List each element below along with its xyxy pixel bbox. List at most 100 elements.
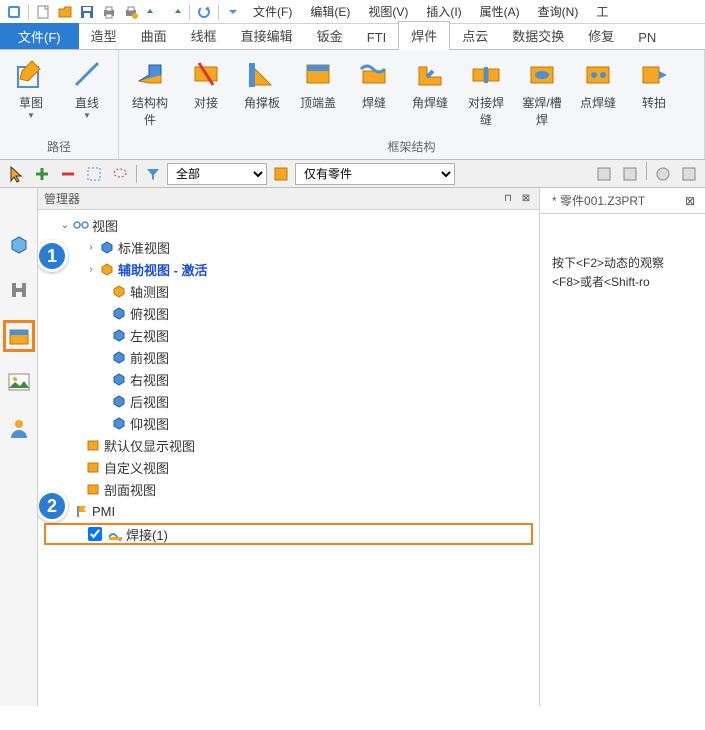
weld-bead-button[interactable]: 焊缝 (349, 54, 399, 136)
fillet-weld-button[interactable]: 角焊缝 (405, 54, 455, 136)
vbar-user-icon[interactable] (3, 412, 35, 444)
ribbon-content: 草图 ▼ 直线 ▼ 路径 结构构件 对接 角撑板 顶端盖 焊缝 角焊缝 对接焊缝… (0, 50, 705, 160)
doc-tab[interactable]: * 零件001.Z3PRT (550, 190, 647, 211)
tab-close-icon[interactable]: ⊠ (685, 194, 695, 208)
tree-row-left[interactable]: 左视图 (40, 324, 537, 346)
sketch-label: 草图 (19, 94, 43, 111)
ribbon-tab-shape[interactable]: 造型 (79, 22, 129, 49)
tree-row-weld[interactable]: 焊接(1) (44, 523, 533, 545)
tool-d-icon[interactable] (677, 162, 701, 186)
weld-checkbox[interactable] (88, 527, 102, 541)
vbar-box-icon[interactable] (3, 320, 35, 352)
endcap-button[interactable]: 顶端盖 (293, 54, 343, 136)
endcap-icon (300, 56, 336, 92)
tree-row-front[interactable]: 前视图 (40, 346, 537, 368)
butt-button[interactable]: 对接 (181, 54, 231, 136)
manager-tree: 1 2 ⌄ 视图 › 标准视图 › 辅助视图 - 激活 轴测图 俯视 (38, 210, 539, 706)
tree-label: 仰视图 (130, 414, 169, 433)
separator (189, 4, 190, 20)
open-icon[interactable] (55, 2, 75, 22)
print-preview-icon[interactable] (121, 2, 141, 22)
tree-row-custom[interactable]: 自定义视图 (40, 456, 537, 478)
ribbon-tab-wireframe[interactable]: 线框 (179, 22, 229, 49)
tree-row-right[interactable]: 右视图 (40, 368, 537, 390)
ribbon-file-tab[interactable]: 文件(F) (0, 23, 79, 49)
filter-select-2[interactable]: 仅有零件 (295, 163, 455, 185)
print-icon[interactable] (99, 2, 119, 22)
add-icon[interactable] (30, 162, 54, 186)
box-icon (84, 436, 102, 454)
filter-icon[interactable] (141, 162, 165, 186)
convert-button[interactable]: 转拍 (629, 54, 679, 136)
save-icon[interactable] (77, 2, 97, 22)
menu-view[interactable]: 视图(V) (360, 1, 416, 22)
cube-icon (110, 282, 128, 300)
undo-icon[interactable] (143, 2, 163, 22)
menu-tools[interactable]: 工 (588, 1, 616, 22)
tree-row-iso[interactable]: 轴测图 (40, 280, 537, 302)
menu-insert[interactable]: 插入(I) (418, 1, 469, 22)
manager-title-text: 管理器 (44, 190, 80, 207)
tree-label: 后视图 (130, 392, 169, 411)
tree-row-section[interactable]: 剖面视图 (40, 478, 537, 500)
tree-row-default-show[interactable]: 默认仅显示视图 (40, 434, 537, 456)
expand-icon[interactable]: › (84, 242, 98, 253)
ribbon-tab-pointcloud[interactable]: 点云 (450, 22, 500, 49)
butt-weld-button[interactable]: 对接焊缝 (461, 54, 511, 136)
remove-icon[interactable] (56, 162, 80, 186)
ribbon-tab-sheetmetal[interactable]: 钣金 (305, 22, 355, 49)
filter-select-1[interactable]: 全部 (167, 163, 267, 185)
manager-panel: 管理器 ⊓ ⊠ 1 2 ⌄ 视图 › 标准视图 (38, 188, 540, 706)
sketch-button[interactable]: 草图 ▼ (6, 54, 56, 136)
tree-row-top[interactable]: 俯视图 (40, 302, 537, 324)
tree-row-views[interactable]: ⌄ 视图 (40, 214, 537, 236)
gusset-icon (244, 56, 280, 92)
close-icon[interactable]: ⊠ (519, 192, 533, 206)
refresh-icon[interactable] (194, 2, 214, 22)
ribbon-tab-dataexchange[interactable]: 数据交换 (500, 22, 576, 49)
tree-label: 标准视图 (118, 238, 170, 257)
menu-edit[interactable]: 编辑(E) (302, 1, 358, 22)
dropdown-icon[interactable] (223, 2, 243, 22)
tool-b-icon[interactable] (618, 162, 642, 186)
line-button[interactable]: 直线 ▼ (62, 54, 112, 136)
redo-icon[interactable] (165, 2, 185, 22)
menu-attr[interactable]: 属性(A) (472, 1, 528, 22)
ribbon-tab-weldment[interactable]: 焊件 (398, 21, 450, 50)
fillet-weld-icon (412, 56, 448, 92)
new-icon[interactable] (33, 2, 53, 22)
ribbon-tab-surface[interactable]: 曲面 (129, 22, 179, 49)
vbar-cube-icon[interactable] (3, 228, 35, 260)
cube-icon (110, 392, 128, 410)
menu-query[interactable]: 查询(N) (530, 1, 587, 22)
tree-label: 右视图 (130, 370, 169, 389)
cursor-icon[interactable] (4, 162, 28, 186)
tool-a-icon[interactable] (592, 162, 616, 186)
tree-row-pmi[interactable]: ⌄ PMI (40, 500, 537, 522)
select-lasso-icon[interactable] (108, 162, 132, 186)
collapse-icon[interactable]: ⌄ (58, 220, 72, 231)
ribbon-tab-directedit[interactable]: 直接编辑 (229, 22, 305, 49)
tool-c-icon[interactable] (651, 162, 675, 186)
menu-file[interactable]: 文件(F) (245, 1, 300, 22)
app-icon[interactable] (4, 2, 24, 22)
pin-icon[interactable]: ⊓ (501, 192, 515, 206)
ribbon-tab-heal[interactable]: 修复 (576, 22, 626, 49)
vbar-image-icon[interactable] (3, 366, 35, 398)
struct-member-button[interactable]: 结构构件 (125, 54, 175, 136)
tree-row-stdview[interactable]: › 标准视图 (40, 236, 537, 258)
tree-row-bottom[interactable]: 仰视图 (40, 412, 537, 434)
ribbon-tab-fti[interactable]: FTI (355, 26, 399, 49)
tree-row-back[interactable]: 后视图 (40, 390, 537, 412)
ribbon-tab-pn[interactable]: PN (626, 26, 668, 49)
cube-icon (110, 304, 128, 322)
tree-row-auxview[interactable]: › 辅助视图 - 激活 (40, 258, 537, 280)
select-box-icon[interactable] (82, 162, 106, 186)
plug-slot-button[interactable]: 塞焊/槽焊 (517, 54, 567, 136)
flag-icon (72, 502, 90, 520)
gusset-button[interactable]: 角撑板 (237, 54, 287, 136)
expand-icon[interactable]: › (84, 264, 98, 275)
vbar-h-icon[interactable] (3, 274, 35, 306)
spot-weld-button[interactable]: 点焊缝 (573, 54, 623, 136)
filter2-icon[interactable] (269, 162, 293, 186)
